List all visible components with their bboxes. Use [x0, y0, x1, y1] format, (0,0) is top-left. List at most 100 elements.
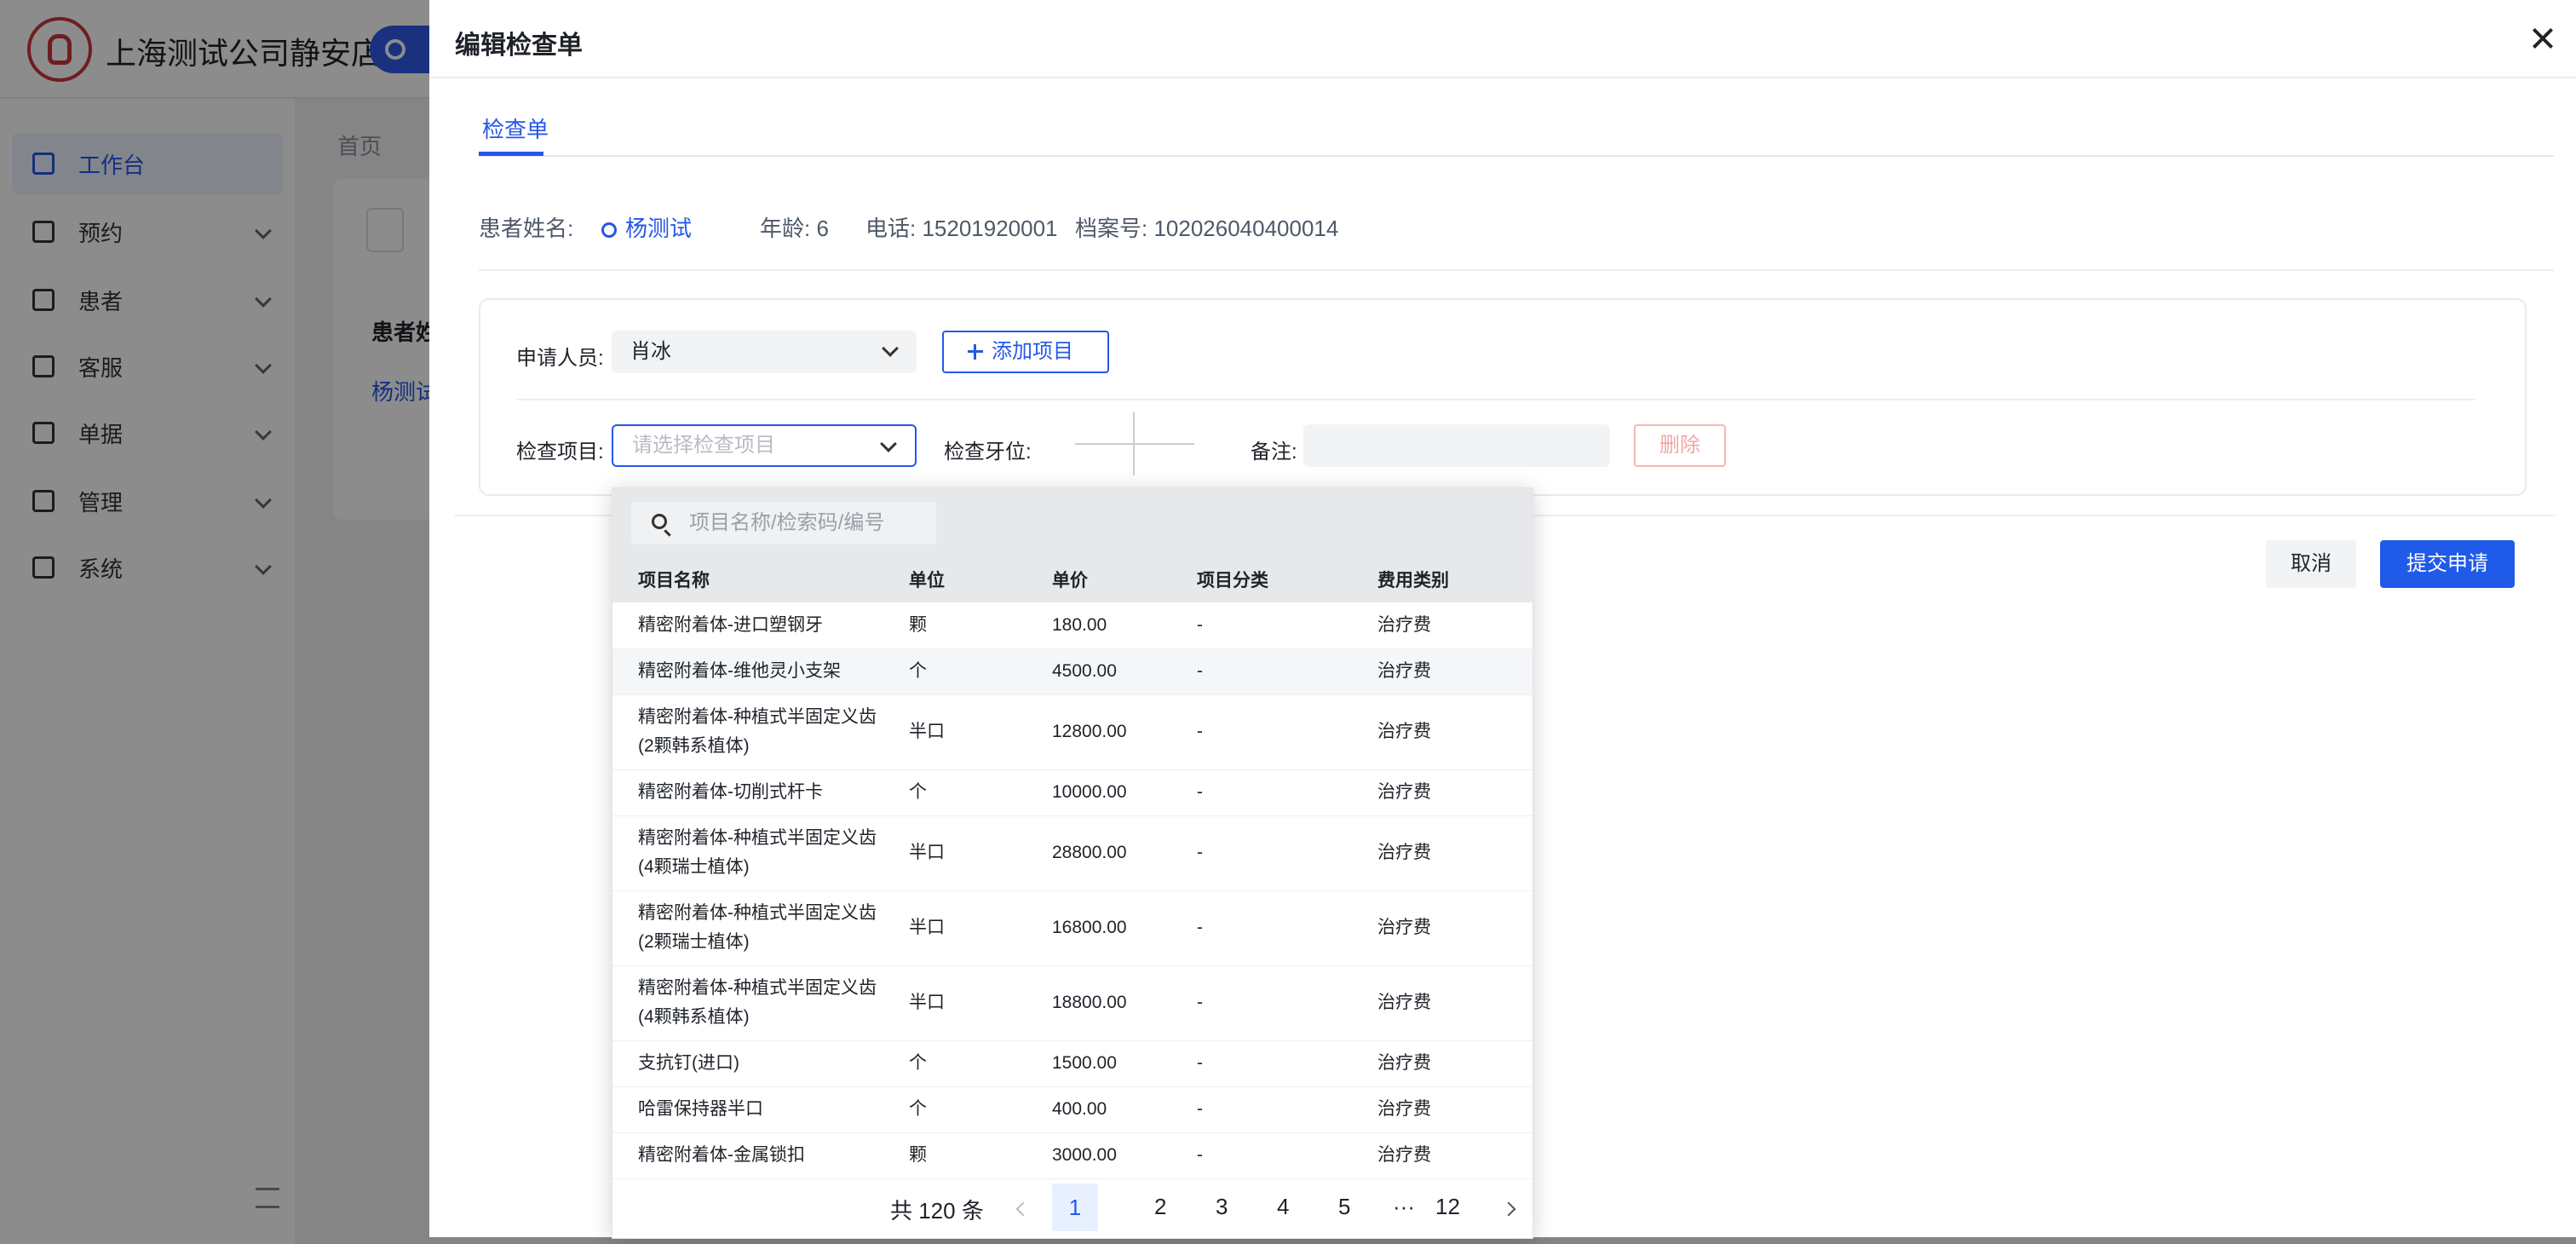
applicant-label: 申请人员:: [516, 347, 604, 370]
cell-price: 10000.00: [1026, 769, 1171, 816]
cell-name: 精密附着体-维他灵小支架: [612, 648, 883, 695]
pagination: 共 120 条 1 2 3 4 5 ··· 12: [612, 1184, 1532, 1235]
cell-name: 精密附着体-金属锁扣: [612, 1132, 883, 1179]
cell-category: -: [1171, 890, 1352, 966]
tooth-chart-cross[interactable]: [1075, 443, 1194, 445]
cell-price: 1500.00: [1026, 1040, 1171, 1087]
table-row[interactable]: 精密附着体-种植式半固定义齿(2颗瑞士植体) 半口 16800.00 - 治疗费: [612, 890, 1532, 966]
add-item-label: 添加项目: [992, 340, 1073, 363]
table-row[interactable]: 精密附着体-种植式半固定义齿(4颗韩系植体) 半口 18800.00 - 治疗费: [612, 965, 1532, 1041]
column-header: 单位: [883, 556, 1026, 602]
page-ellipsis[interactable]: ···: [1393, 1194, 1415, 1220]
next-page-icon[interactable]: [1501, 1201, 1516, 1217]
cell-fee: 治疗费: [1352, 1086, 1532, 1133]
column-header: 项目名称: [612, 556, 883, 602]
table-row[interactable]: 精密附着体-种植式半固定义齿(4颗瑞士植体) 半口 28800.00 - 治疗费: [612, 815, 1532, 891]
cell-unit: 半口: [883, 694, 1026, 770]
prev-page-icon[interactable]: [1015, 1201, 1031, 1217]
item-table: 项目名称 单位 单价 项目分类 费用类别 精密附着体-进口塑钢牙 颗 180.0…: [612, 556, 1532, 1179]
cell-category: -: [1171, 1132, 1352, 1179]
cell-fee: 治疗费: [1352, 965, 1532, 1041]
cell-unit: 半口: [883, 815, 1026, 891]
person-icon: [601, 222, 617, 239]
cell-name: 精密附着体-切削式杆卡: [612, 769, 883, 816]
cell-fee: 治疗费: [1352, 694, 1532, 770]
applicant-select[interactable]: 肖冰: [612, 331, 917, 373]
cell-name: 精密附着体-种植式半固定义齿(4颗韩系植体): [612, 965, 883, 1041]
table-row[interactable]: 精密附着体-金属锁扣 颗 3000.00 - 治疗费: [612, 1132, 1532, 1179]
tab-exam-form[interactable]: 检查单: [482, 112, 549, 144]
cell-unit: 个: [883, 1086, 1026, 1133]
cell-category: -: [1171, 648, 1352, 695]
plus-icon: [968, 344, 983, 360]
page-5[interactable]: 5: [1338, 1194, 1350, 1220]
applicant-value: 肖冰: [630, 340, 671, 363]
exam-item-select[interactable]: 请选择检查项目: [612, 424, 917, 467]
cancel-button[interactable]: 取消: [2266, 540, 2356, 588]
cell-category: -: [1171, 1086, 1352, 1133]
page-4[interactable]: 4: [1277, 1194, 1289, 1220]
cell-category: -: [1171, 965, 1352, 1041]
cell-unit: 半口: [883, 890, 1026, 966]
cell-name: 精密附着体-种植式半固定义齿(2颗韩系植体): [612, 694, 883, 770]
table-row[interactable]: 哈雷保持器半口 个 400.00 - 治疗费: [612, 1086, 1532, 1133]
cell-unit: 半口: [883, 965, 1026, 1041]
page-12[interactable]: 12: [1435, 1194, 1460, 1220]
delete-button[interactable]: 删除: [1634, 424, 1726, 467]
exam-item-label: 检查项目:: [516, 441, 604, 464]
divider: [516, 399, 2475, 400]
patient-name-link[interactable]: 杨测试: [601, 211, 692, 243]
tab-bar: 检查单: [479, 107, 2554, 157]
cell-price: 12800.00: [1026, 694, 1171, 770]
cell-price: 180.00: [1026, 602, 1171, 649]
page-1[interactable]: 1: [1052, 1184, 1098, 1231]
note-label: 备注:: [1251, 441, 1297, 464]
add-item-button[interactable]: 添加项目: [942, 331, 1109, 373]
cell-fee: 治疗费: [1352, 602, 1532, 649]
column-header: 单价: [1026, 556, 1171, 602]
table-row[interactable]: 精密附着体-切削式杆卡 个 10000.00 - 治疗费: [612, 769, 1532, 816]
cell-price: 16800.00: [1026, 890, 1171, 966]
cell-unit: 个: [883, 769, 1026, 816]
submit-button[interactable]: 提交申请: [2380, 540, 2515, 588]
table-row[interactable]: 精密附着体-种植式半固定义齿(2颗韩系植体) 半口 12800.00 - 治疗费: [612, 694, 1532, 770]
cell-fee: 治疗费: [1352, 648, 1532, 695]
search-placeholder: 项目名称/检索码/编号: [689, 511, 885, 534]
cell-name: 支抗钉(进口): [612, 1040, 883, 1087]
cell-category: -: [1171, 1040, 1352, 1087]
cell-price: 4500.00: [1026, 648, 1171, 695]
cell-unit: 颗: [883, 1132, 1026, 1179]
tooth-position-label: 检查牙位:: [944, 441, 1032, 464]
patient-name: 杨测试: [625, 216, 693, 241]
patient-phone: 电话: 15201920001: [865, 216, 1058, 241]
patient-file-no: 档案号: 102026040400014: [1075, 216, 1339, 241]
exam-item-dropdown: 项目名称/检索码/编号 项目名称 单位 单价 项目分类 费用类别 精密附着体-进…: [612, 487, 1533, 1239]
table-row[interactable]: 精密附着体-进口塑钢牙 颗 180.00 - 治疗费: [612, 602, 1532, 649]
patient-name-label: 患者姓名:: [479, 216, 574, 241]
cell-category: -: [1171, 694, 1352, 770]
chevron-down-icon: [882, 340, 899, 357]
item-search-input[interactable]: 项目名称/检索码/编号: [631, 502, 936, 544]
cell-name: 精密附着体-种植式半固定义齿(2颗瑞士植体): [612, 890, 883, 966]
cell-fee: 治疗费: [1352, 815, 1532, 891]
tab-indicator: [479, 152, 543, 156]
divider: [479, 269, 2554, 271]
close-icon[interactable]: [2528, 24, 2557, 53]
page-2[interactable]: 2: [1154, 1194, 1166, 1220]
note-input[interactable]: [1303, 424, 1610, 467]
cell-name: 精密附着体-种植式半固定义齿(4颗瑞士植体): [612, 815, 883, 891]
cell-name: 哈雷保持器半口: [612, 1086, 883, 1133]
pagination-total: 共 120 条: [890, 1198, 984, 1224]
cell-category: -: [1171, 602, 1352, 649]
table-row[interactable]: 支抗钉(进口) 个 1500.00 - 治疗费: [612, 1040, 1532, 1087]
cell-price: 28800.00: [1026, 815, 1171, 891]
cell-unit: 颗: [883, 602, 1026, 649]
page-3[interactable]: 3: [1216, 1194, 1228, 1220]
tooth-chart-cross[interactable]: [1133, 412, 1135, 475]
cell-fee: 治疗费: [1352, 1040, 1532, 1087]
cell-category: -: [1171, 769, 1352, 816]
cell-price: 3000.00: [1026, 1132, 1171, 1179]
search-icon: [652, 514, 667, 529]
cell-price: 400.00: [1026, 1086, 1171, 1133]
table-row[interactable]: 精密附着体-维他灵小支架 个 4500.00 - 治疗费: [612, 648, 1532, 695]
